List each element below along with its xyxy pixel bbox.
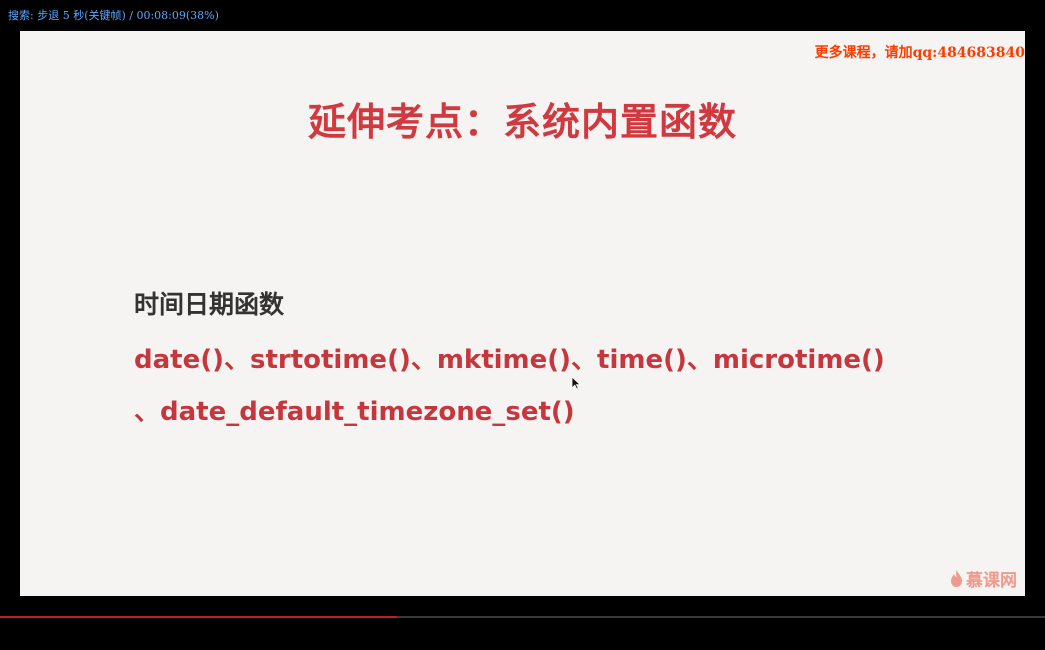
mouse-cursor-icon (571, 375, 582, 394)
playback-progress-bar[interactable] (0, 616, 1045, 618)
function-list-line-1: date()、strtotime()、mktime()、time()、micro… (134, 345, 885, 375)
player-osd-status: 搜索: 步退 5 秒(关键帧) / 00:08:09(38%) (8, 9, 219, 22)
watermark-text: 更多课程，请加qq:484683840 (814, 45, 1025, 61)
playback-progress-fill (0, 616, 398, 618)
video-frame[interactable]: 更多课程，请加qq:484683840 延伸考点：系统内置函数 时间日期函数 d… (20, 31, 1025, 596)
function-list-line-2: 、date_default_timezone_set() (134, 397, 575, 427)
imooc-logo: 慕课网 (950, 566, 1017, 591)
slide-title: 延伸考点：系统内置函数 (307, 100, 737, 144)
slide-subheading: 时间日期函数 (134, 290, 285, 319)
logo-text: 慕课网 (966, 571, 1017, 591)
flame-icon (950, 569, 963, 588)
